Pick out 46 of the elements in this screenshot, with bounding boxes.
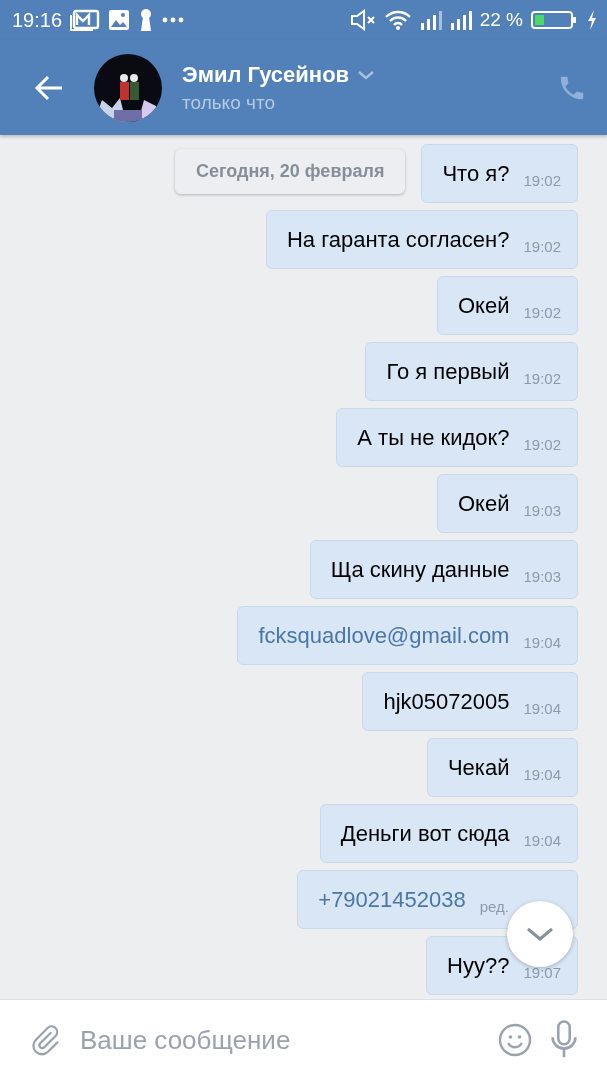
message-text: Чекай — [447, 754, 510, 781]
message-link[interactable]: +79021452038 — [318, 886, 466, 913]
chevron-down-icon[interactable] — [525, 926, 555, 942]
chevron-down-icon[interactable] — [357, 69, 376, 80]
message-time: 19:03 — [523, 502, 561, 519]
more-icon — [162, 17, 185, 23]
message-time: 19:04 — [523, 832, 561, 849]
signal-icon — [449, 9, 472, 31]
smiley-icon[interactable] — [497, 1022, 533, 1058]
message-text: Что я? — [442, 160, 510, 187]
message-text: Нуу?? — [447, 952, 510, 979]
charging-icon — [587, 10, 597, 30]
message-time: 19:04 — [523, 700, 561, 717]
message-text: На гаранта согласен? — [286, 226, 510, 253]
message-text: Деньги вот сюда — [340, 820, 510, 847]
message-text: Го я первый — [386, 358, 510, 385]
message-time: 19:04 — [523, 766, 561, 783]
message-composer[interactable]: Ваше сообщение — [0, 999, 607, 1080]
message-time: 19:02 — [523, 370, 561, 387]
mute-icon — [349, 9, 376, 31]
message-text: Ща скину данные — [330, 556, 510, 583]
message-time: 19:02 — [523, 436, 561, 453]
message-text: hjk05072005 — [383, 688, 510, 715]
message-text: Окей — [457, 490, 510, 517]
message-text: А ты не кидок? — [357, 424, 510, 451]
image-icon — [108, 9, 131, 31]
message-time: 19:04 — [523, 634, 561, 651]
message-input[interactable]: Ваше сообщение — [78, 1023, 481, 1057]
message-time: 19:03 — [523, 568, 561, 585]
message-time: 19:02 — [523, 238, 561, 255]
last-seen-status: только что — [182, 91, 276, 114]
message-text: Окей — [457, 292, 510, 319]
back-arrow-icon[interactable] — [34, 74, 64, 101]
message-time: 19:07 — [523, 964, 561, 981]
message-link[interactable]: fcksquadlove@gmail.com — [258, 622, 510, 649]
contact-name[interactable]: Эмил Гусейнов — [182, 61, 350, 88]
wifi-icon — [383, 9, 412, 31]
status-time: 19:16 — [12, 8, 63, 32]
signal-icon — [419, 9, 442, 31]
mail-icon — [70, 9, 101, 31]
edited-label: ред. — [479, 898, 509, 915]
battery-icon — [531, 10, 579, 30]
battery-percent: 22 % — [479, 9, 523, 31]
microphone-icon[interactable] — [549, 1020, 579, 1060]
message-time: 19:02 — [523, 172, 561, 189]
message-time: 19:02 — [523, 304, 561, 321]
